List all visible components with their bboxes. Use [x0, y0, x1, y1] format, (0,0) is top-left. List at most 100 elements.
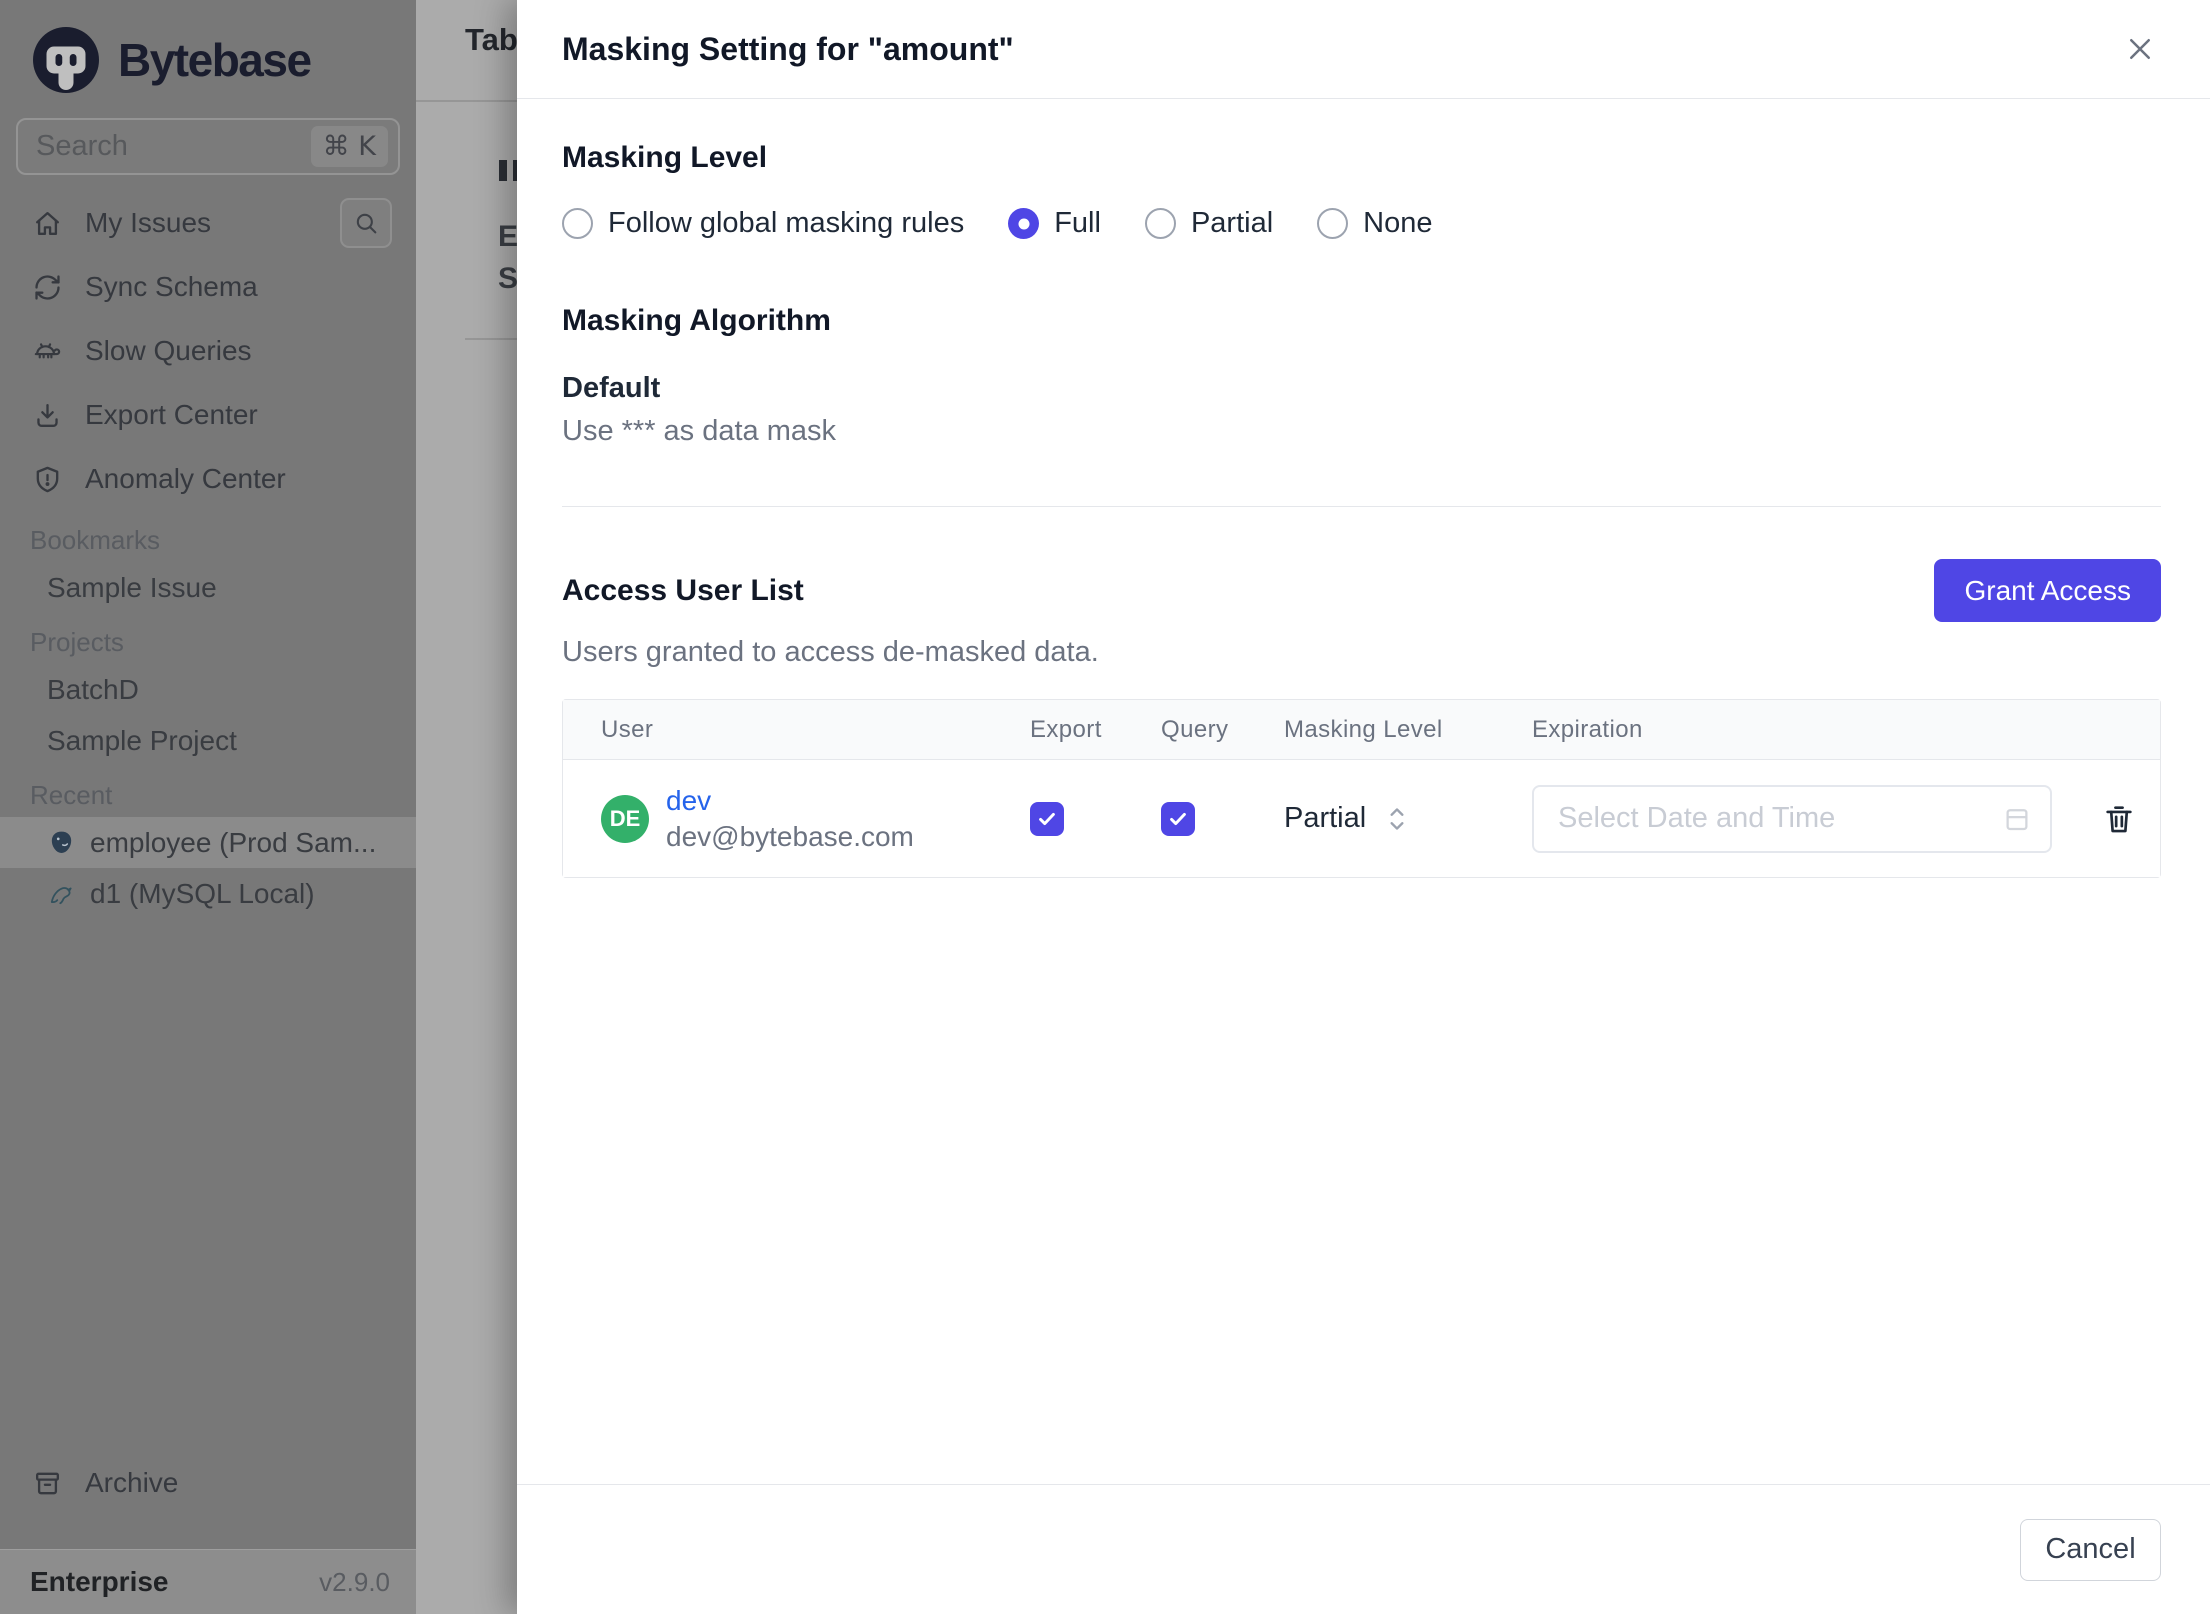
column-header-export: Export — [1030, 715, 1102, 743]
table-header-row: User Export Query Masking Level Expirati… — [563, 700, 2160, 760]
home-icon — [36, 211, 59, 235]
user-name-link[interactable]: dev — [666, 785, 914, 817]
algorithm-description: Use *** as data mask — [562, 415, 837, 447]
background-divider — [416, 100, 517, 102]
radio-icon-selected[interactable] — [1008, 208, 1040, 239]
sidebar-item-label: Anomaly Center — [85, 463, 286, 494]
sub-item-label: BatchD — [47, 673, 139, 705]
radio-label: Full — [1054, 207, 1101, 239]
user-cell: DE dev dev@bytebase.com — [563, 785, 1018, 853]
search-input[interactable]: Search ⌘ K — [16, 118, 400, 175]
radio-none[interactable]: None — [1317, 207, 1432, 240]
column-header-expiration: Expiration — [1532, 715, 1643, 743]
radio-full[interactable]: Full — [1008, 207, 1101, 240]
expiration-date-input[interactable] — [1532, 784, 2052, 853]
user-email: dev@bytebase.com — [666, 820, 914, 852]
masking-level-cell: Partial — [1272, 802, 1520, 836]
masking-level-radio-group: Follow global masking rules Full Partial… — [562, 207, 2161, 240]
radio-label: None — [1363, 207, 1433, 239]
sidebar: Bytebase Search ⌘ K My Issues Sync Schem… — [0, 0, 416, 1614]
sidebar-item-batchd[interactable]: BatchD — [0, 664, 416, 715]
sidebar-item-export-center[interactable]: Export Center — [0, 383, 416, 447]
issue-search-button[interactable] — [340, 198, 392, 248]
bytebase-logo-icon — [33, 27, 99, 93]
pause-bars-icon — [499, 160, 517, 181]
sidebar-item-sample-project[interactable]: Sample Project — [0, 715, 416, 766]
app-logo[interactable]: Bytebase — [0, 0, 416, 96]
export-checkbox[interactable] — [1030, 801, 1064, 836]
mysql-icon — [50, 887, 72, 905]
background-page-heading: Tab — [465, 22, 517, 57]
export-cell — [1018, 801, 1149, 836]
search-shortcut-badge: ⌘ K — [310, 126, 388, 167]
access-user-list-heading: Access User List — [562, 573, 804, 607]
expiration-input-wrap — [1532, 784, 2052, 853]
chevron-updown-icon[interactable] — [1384, 802, 1410, 836]
modal-header: Masking Setting for "amount" — [517, 0, 2210, 99]
sidebar-item-label: My Issues — [85, 207, 212, 238]
masking-algorithm-heading: Masking Algorithm — [562, 304, 831, 337]
column-header-user: User — [601, 715, 654, 743]
background-partial-label: E — [498, 220, 517, 253]
modal-body: Masking Level Follow global masking rule… — [517, 141, 2210, 878]
section-divider — [562, 506, 2161, 507]
download-icon — [37, 403, 58, 427]
radio-icon[interactable] — [1144, 208, 1176, 239]
check-icon — [1170, 812, 1186, 825]
radio-follow-global[interactable]: Follow global masking rules — [562, 207, 964, 240]
sub-item-label: Sample Project — [47, 724, 237, 756]
close-icon — [2130, 39, 2150, 59]
close-button[interactable] — [2122, 31, 2158, 67]
radio-icon[interactable] — [1317, 208, 1349, 239]
sub-item-label: Sample Issue — [47, 571, 217, 603]
masking-level-heading: Masking Level — [562, 141, 768, 174]
sidebar-item-my-issues[interactable]: My Issues — [0, 191, 416, 255]
radio-icon[interactable] — [562, 208, 593, 239]
access-user-table: User Export Query Masking Level Expirati… — [562, 699, 2161, 878]
background-page-strip: Tab E S — [416, 0, 517, 1614]
sidebar-item-archive[interactable]: Archive — [0, 1451, 416, 1515]
sidebar-item-slow-queries[interactable]: Slow Queries — [0, 319, 416, 383]
section-recent: Recent — [30, 780, 113, 810]
search-placeholder: Search — [36, 130, 128, 162]
algorithm-name: Default — [562, 372, 661, 404]
app-title: Bytebase — [118, 34, 312, 86]
app-version: v2.9.0 — [319, 1566, 390, 1597]
sidebar-item-label: Slow Queries — [85, 335, 252, 366]
search-icon — [356, 213, 377, 234]
masking-level-select[interactable]: Partial — [1284, 802, 1366, 835]
sidebar-item-employee-db[interactable]: employee (Prod Sam... — [0, 817, 416, 868]
column-header-masking-level: Masking Level — [1284, 715, 1443, 743]
radio-label: Follow global masking rules — [608, 207, 965, 239]
access-user-list-subtitle: Users granted to access de-masked data. — [562, 636, 1099, 668]
query-cell — [1149, 801, 1272, 836]
archive-label: Archive — [85, 1467, 179, 1498]
avatar: DE — [601, 794, 649, 843]
trash-icon[interactable] — [2102, 802, 2136, 836]
query-checkbox[interactable] — [1161, 801, 1195, 836]
sidebar-item-d1-db[interactable]: d1 (MySQL Local) — [0, 868, 416, 919]
sub-item-label: employee (Prod Sam... — [90, 826, 377, 858]
check-icon — [1039, 812, 1055, 825]
cancel-button[interactable]: Cancel — [2020, 1518, 2161, 1581]
sidebar-item-sync-schema[interactable]: Sync Schema — [0, 255, 416, 319]
background-divider — [465, 338, 517, 340]
plan-band: Enterprise v2.9.0 — [0, 1549, 416, 1614]
table-row: DE dev dev@bytebase.com Partial Select D… — [563, 760, 2160, 877]
sidebar-item-label: Export Center — [85, 399, 258, 430]
background-partial-label: S — [498, 262, 517, 295]
column-header-query: Query — [1161, 715, 1229, 743]
access-user-list-header: Access User List Grant Access — [562, 559, 2161, 622]
plan-name: Enterprise — [30, 1566, 169, 1597]
sub-item-label: d1 (MySQL Local) — [90, 877, 315, 909]
expiration-cell — [1520, 784, 2160, 853]
postgresql-icon — [51, 831, 72, 854]
calendar-icon[interactable] — [2002, 804, 2032, 834]
sidebar-item-sample-issue[interactable]: Sample Issue — [0, 562, 416, 613]
shield-icon — [36, 466, 59, 492]
radio-partial[interactable]: Partial — [1144, 207, 1273, 240]
masking-setting-panel: Masking Setting for "amount" Masking Lev… — [517, 0, 2210, 1614]
grant-access-button[interactable]: Grant Access — [1934, 559, 2161, 622]
turtle-icon — [34, 342, 61, 358]
sidebar-item-anomaly-center[interactable]: Anomaly Center — [0, 447, 416, 511]
